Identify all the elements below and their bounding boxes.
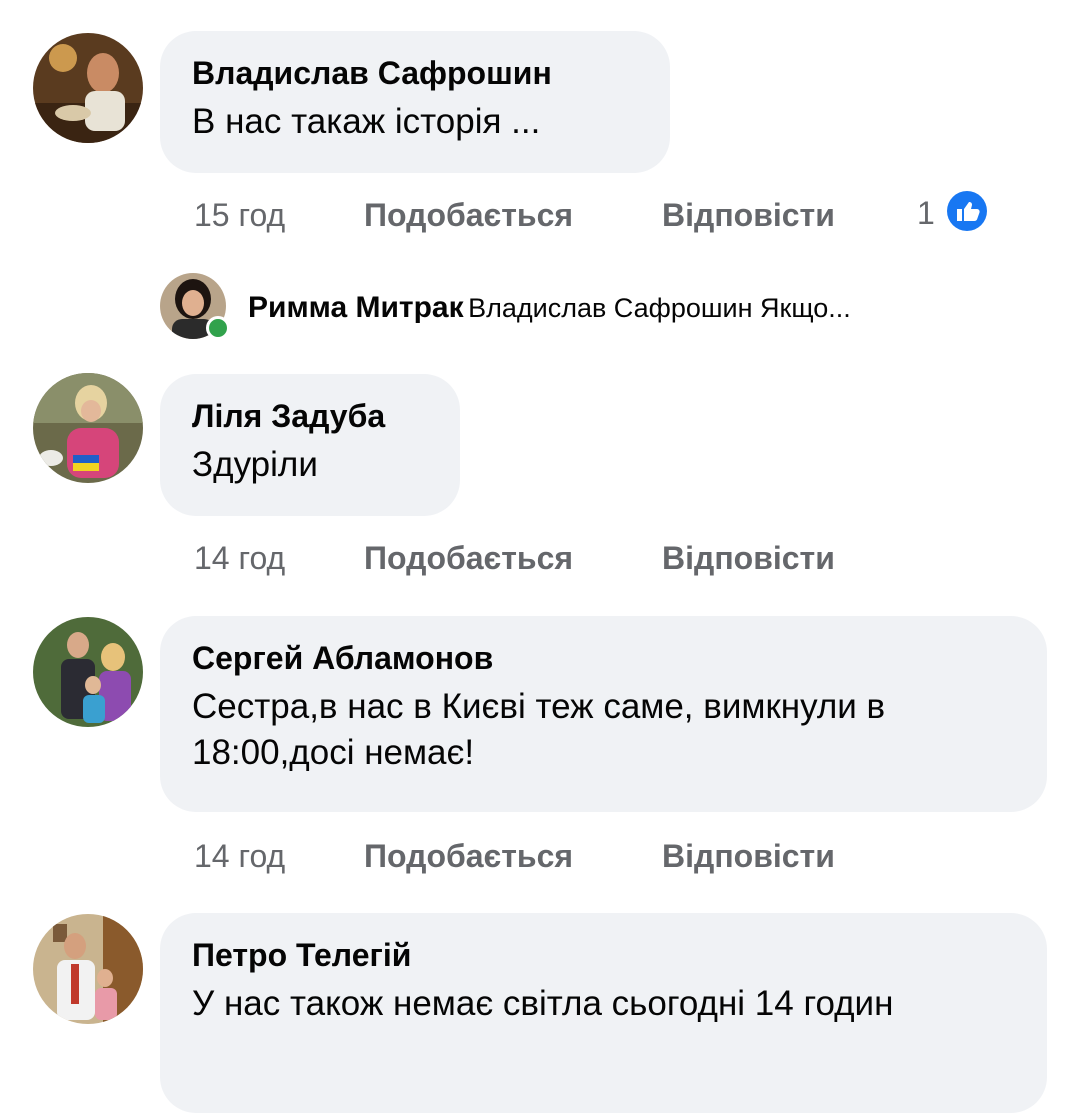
reply-button[interactable]: Відповісти	[662, 538, 835, 578]
comment-bubble[interactable]: Сергей Абламонов Сестра,в нас в Києві те…	[160, 616, 1047, 812]
comment-text: У нас також немає світла сьогодні 14 год…	[192, 984, 894, 1023]
comment-time[interactable]: 15 год	[194, 195, 285, 235]
reply-button[interactable]: Відповісти	[662, 195, 835, 235]
reply-author[interactable]: Римма Митрак	[248, 291, 464, 324]
reaction-count[interactable]: 1	[917, 193, 935, 233]
comment-time[interactable]: 14 год	[194, 538, 285, 578]
reply-preview[interactable]: Римма Митрак Владислав Сафрошин Якщо...	[248, 288, 851, 333]
avatar[interactable]	[33, 914, 143, 1024]
reply-button[interactable]: Відповісти	[662, 836, 835, 876]
comment-time[interactable]: 14 год	[194, 836, 285, 876]
comment-text: Сестра,в нас в Києві теж саме, вимкнули …	[192, 687, 886, 772]
reply-text: Владислав Сафрошин Якщо...	[468, 293, 851, 323]
like-button[interactable]: Подобається	[364, 836, 573, 876]
avatar[interactable]	[33, 373, 143, 483]
like-button[interactable]: Подобається	[364, 195, 573, 235]
avatar[interactable]	[33, 33, 143, 143]
comment-author[interactable]: Ліля Задуба	[192, 396, 428, 436]
comment-actions: 14 год Подобається Відповісти	[194, 538, 854, 578]
comment-author[interactable]: Сергей Абламонов	[192, 638, 1015, 678]
like-button[interactable]: Подобається	[364, 538, 573, 578]
online-status-indicator	[206, 316, 230, 340]
comment-actions: 15 год Подобається Відповісти	[194, 195, 854, 235]
like-icon	[945, 189, 989, 233]
comment-author[interactable]: Петро Телегій	[192, 935, 1015, 975]
comment-author[interactable]: Владислав Сафрошин	[192, 53, 638, 93]
comment-actions: 14 год Подобається Відповісти	[194, 836, 854, 876]
comment-bubble[interactable]: Ліля Задуба Здуріли	[160, 374, 460, 516]
comment-text: Здуріли	[192, 445, 318, 484]
comment-text: В нас такаж історія ...	[192, 102, 541, 141]
avatar[interactable]	[33, 617, 143, 727]
comment-bubble[interactable]: Владислав Сафрошин В нас такаж історія .…	[160, 31, 670, 173]
comment-bubble[interactable]: Петро Телегій У нас також немає світла с…	[160, 913, 1047, 1113]
